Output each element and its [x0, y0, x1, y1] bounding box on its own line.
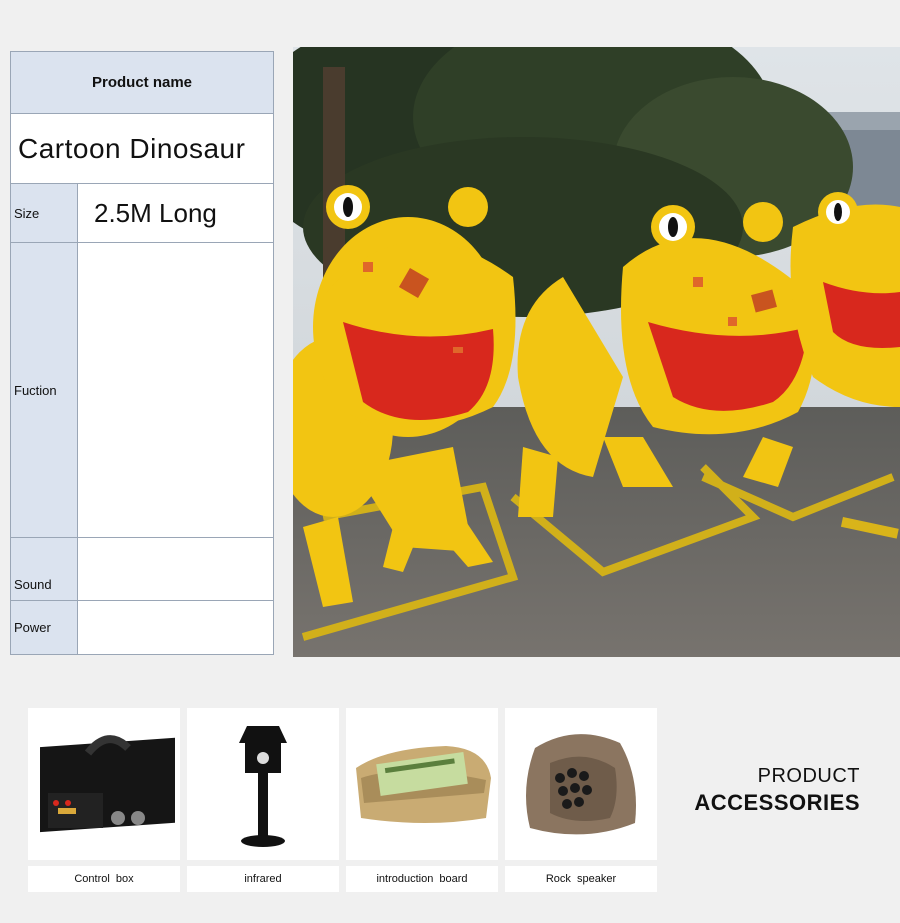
control-box-icon	[28, 708, 180, 860]
accessory-label: introduction board	[346, 866, 498, 892]
product-name-cell: Cartoon Dinosaur	[11, 113, 273, 183]
spec-row-function: Fuction	[11, 242, 273, 537]
spec-label-size: Size	[11, 184, 78, 242]
spec-row-power: Power	[11, 600, 273, 654]
accessory-label: infrared	[187, 866, 339, 892]
accessories-heading-line2: ACCESSORIES	[694, 790, 860, 815]
accessory-label: Control box	[28, 866, 180, 892]
accessory-label: Rock speaker	[505, 866, 657, 892]
cartoon-dinosaur-illustration	[293, 47, 900, 657]
accessory-infrared: infrared	[187, 708, 339, 892]
spec-value-power	[78, 601, 273, 654]
spec-row-sound: Sound	[11, 537, 273, 600]
spec-label-sound: Sound	[11, 538, 78, 600]
infrared-sensor-icon	[187, 708, 339, 860]
product-photo	[293, 47, 900, 657]
accessory-control-box: Control box	[28, 708, 180, 892]
spec-label-function: Fuction	[11, 243, 78, 537]
spec-value-size: 2.5M Long	[94, 197, 217, 228]
introduction-board-icon	[346, 708, 498, 860]
accessories-heading: PRODUCT ACCESSORIES	[694, 765, 860, 816]
spec-table: Product name Cartoon Dinosaur Size 2.5M …	[10, 51, 274, 655]
spec-header-label: Product name	[91, 74, 193, 91]
spec-header: Product name	[11, 52, 273, 113]
accessory-introduction-board: introduction board	[346, 708, 498, 892]
spec-label-power: Power	[11, 601, 78, 654]
spec-value-function	[78, 243, 273, 537]
rock-speaker-icon	[505, 708, 657, 860]
accessories-heading-line1: PRODUCT	[757, 765, 860, 787]
spec-value-sound	[78, 538, 273, 600]
accessory-rock-speaker: Rock speaker	[505, 708, 657, 892]
spec-row-size: Size 2.5M Long	[11, 183, 273, 242]
product-name-value: Cartoon Dinosaur	[18, 132, 246, 164]
